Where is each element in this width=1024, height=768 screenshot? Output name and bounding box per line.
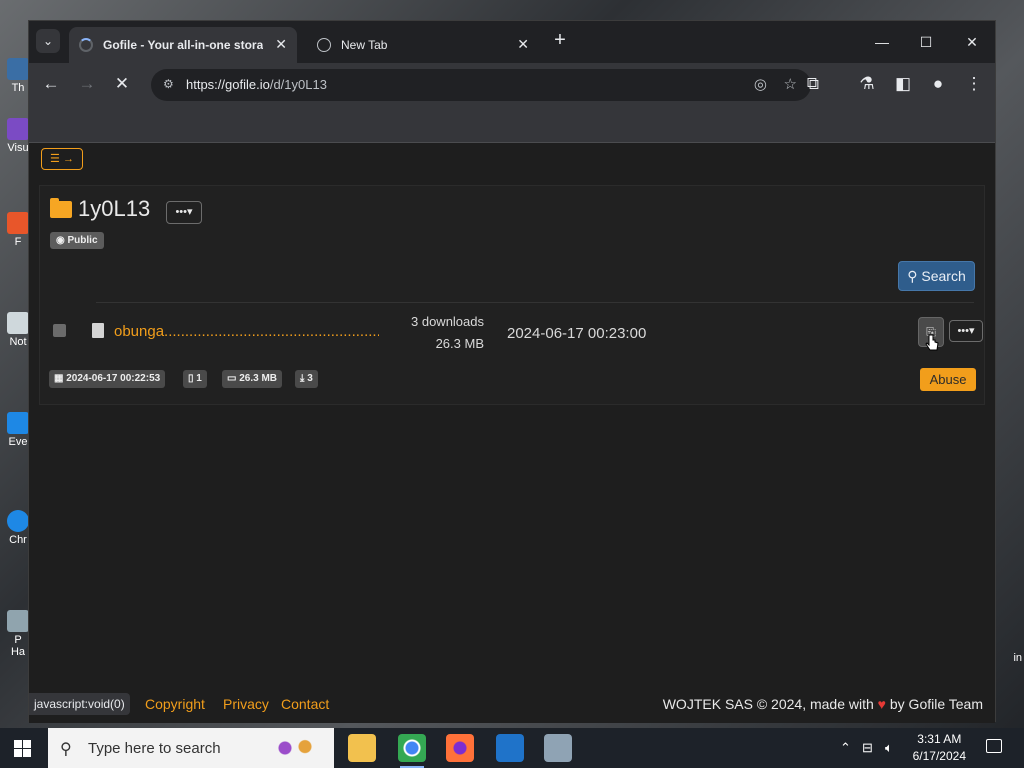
tab-close-icon[interactable]: ✕ [517, 36, 529, 53]
footer-link-copyright[interactable]: Copyright [145, 693, 205, 715]
remote-app-icon[interactable] [544, 734, 572, 762]
abuse-button[interactable]: Abuse [920, 368, 976, 391]
folder-card: 1y0L13 •••▾ ◉ Public ⚲ Search obunga....… [39, 185, 985, 405]
hard-drive-icon: ▭ [227, 373, 240, 384]
folder-icon [50, 198, 72, 218]
tab-close-icon[interactable]: ✕ [275, 36, 287, 53]
new-tab-button[interactable]: + [549, 29, 571, 53]
folder-downloads-badge: ⤓ 3 [295, 370, 318, 388]
profile-icon[interactable]: ● [926, 72, 950, 96]
browser-toolbar: ← → ✕ ⚙ https://gofile.io/d/1y0L13 ◎ ☆ ⧉… [29, 63, 995, 105]
desktop-icon[interactable]: Visu [6, 118, 30, 158]
back-arrow-icon[interactable]: ← [39, 72, 63, 96]
taskbar-search-box[interactable]: ⚲ Type here to search [48, 728, 334, 768]
desktop-icon[interactable]: Not [6, 312, 30, 352]
search-icon: ⚲ [60, 741, 72, 758]
extensions-icon[interactable]: ⧉ [801, 72, 825, 96]
volume-icon[interactable]: 🔈︎ [885, 740, 893, 756]
taskbar-search-placeholder: Type here to search [88, 740, 221, 757]
tab-gofile[interactable]: Gofile - Your all-in-one storage ✕ [69, 27, 297, 63]
folder-title: 1y0L13 [78, 196, 151, 221]
search-icon: ⚲ [907, 268, 922, 284]
folder-size-badge: ▭ 26.3 MB [222, 370, 283, 388]
folder-file-count-badge: ▯ 1 [183, 370, 207, 388]
side-panel-icon[interactable]: ◧ [891, 72, 915, 96]
footer-copyright: WOJTEK SAS © 2024, made with ♥ by Gofile… [662, 696, 983, 712]
heart-icon: ♥ [877, 696, 886, 712]
file-download-count: 3 downloads [411, 314, 484, 329]
site-settings-icon[interactable]: ⚙ [163, 77, 179, 93]
bookmark-bar [29, 105, 995, 143]
kebab-menu-icon[interactable]: ⋮ [962, 72, 986, 96]
search-button[interactable]: ⚲ Search [898, 261, 975, 291]
divider [96, 302, 974, 303]
firefox-icon[interactable] [446, 734, 474, 762]
footer-link-contact[interactable]: Contact [281, 693, 329, 715]
network-icon[interactable]: ⊟ [862, 740, 873, 756]
chevron-down-icon: ⌄ [42, 34, 54, 48]
eye-off-icon[interactable]: ◎ [754, 75, 767, 93]
sidebar-toggle-button[interactable]: ☰ → [41, 148, 83, 170]
folder-created-date-badge: ▦ 2024-06-17 00:22:53 [49, 370, 166, 388]
file-upload-date: 2024-06-17 00:23:00 [507, 325, 647, 342]
globe-icon [317, 38, 331, 52]
desktop-icon-label: in [1013, 652, 1022, 664]
labs-flask-icon[interactable]: ⚗ [855, 72, 879, 96]
taskbar-clock[interactable]: 3:31 AM 6/17/2024 [913, 731, 966, 765]
maximize-icon[interactable]: ☐ [903, 29, 949, 55]
eye-icon: ◉ [56, 235, 68, 246]
desktop-icon[interactable]: Chr [6, 510, 30, 550]
stop-loading-icon[interactable]: ✕ [110, 72, 134, 96]
store-app-icon[interactable] [496, 734, 524, 762]
tab-search-button[interactable]: ⌄ [36, 29, 60, 53]
footer-link-privacy[interactable]: Privacy [223, 693, 269, 715]
address-bar[interactable]: ⚙ https://gofile.io/d/1y0L13 ◎ ☆ [151, 69, 811, 101]
close-icon[interactable]: ✕ [949, 29, 995, 55]
url-text: https://gofile.io/d/1y0L13 [186, 77, 327, 92]
windows-start-icon[interactable] [14, 740, 31, 757]
bookmark-star-icon[interactable]: ☆ [784, 75, 797, 93]
public-badge: ◉ Public [50, 232, 104, 249]
desktop-icon[interactable]: Eve [6, 412, 30, 452]
desktop-icon[interactable]: F [6, 212, 30, 252]
desktop-icon[interactable]: Th [6, 58, 30, 98]
file-options-dropdown[interactable]: •••▾ [949, 320, 983, 342]
file-icon [92, 323, 104, 338]
status-bar-url: javascript:void(0) [29, 693, 130, 715]
forward-arrow-icon[interactable]: → [75, 72, 99, 96]
chrome-icon[interactable] [398, 734, 426, 768]
desktop-icon[interactable]: P Ha [6, 610, 30, 658]
calendar-icon: ▦ [54, 373, 67, 384]
notification-icon[interactable] [986, 739, 1002, 753]
file-size: 26.3 MB [435, 336, 484, 351]
tab-title: New Tab [341, 38, 388, 52]
search-highlight-image [270, 734, 320, 762]
browser-window: ⌄ Gofile - Your all-in-one storage ✕ New… [28, 20, 996, 723]
folder-options-dropdown[interactable]: •••▾ [166, 201, 202, 224]
minimize-icon[interactable]: — [859, 29, 905, 55]
windows-taskbar: ⚲ Type here to search ⌃ ⊟ 🔈︎ 3:31 AM 6/17… [0, 728, 1024, 768]
tab-title: Gofile - Your all-in-one storage [103, 38, 263, 52]
chevron-up-icon[interactable]: ⌃ [840, 740, 851, 756]
file-explorer-icon[interactable] [348, 734, 376, 762]
loading-spinner-icon [79, 38, 93, 52]
hand-cursor-icon [925, 334, 939, 351]
page-content: ☰ → 1y0L13 •••▾ ◉ Public ⚲ Search obunga… [29, 143, 995, 723]
file-name-link[interactable]: obunga..................................… [114, 323, 379, 340]
page-footer: javascript:void(0) Copyright Privacy Con… [29, 689, 995, 723]
tab-new-tab[interactable]: New Tab ✕ [307, 27, 539, 63]
tab-strip: ⌄ Gofile - Your all-in-one storage ✕ New… [29, 21, 995, 63]
file-select-checkbox[interactable] [53, 324, 66, 337]
